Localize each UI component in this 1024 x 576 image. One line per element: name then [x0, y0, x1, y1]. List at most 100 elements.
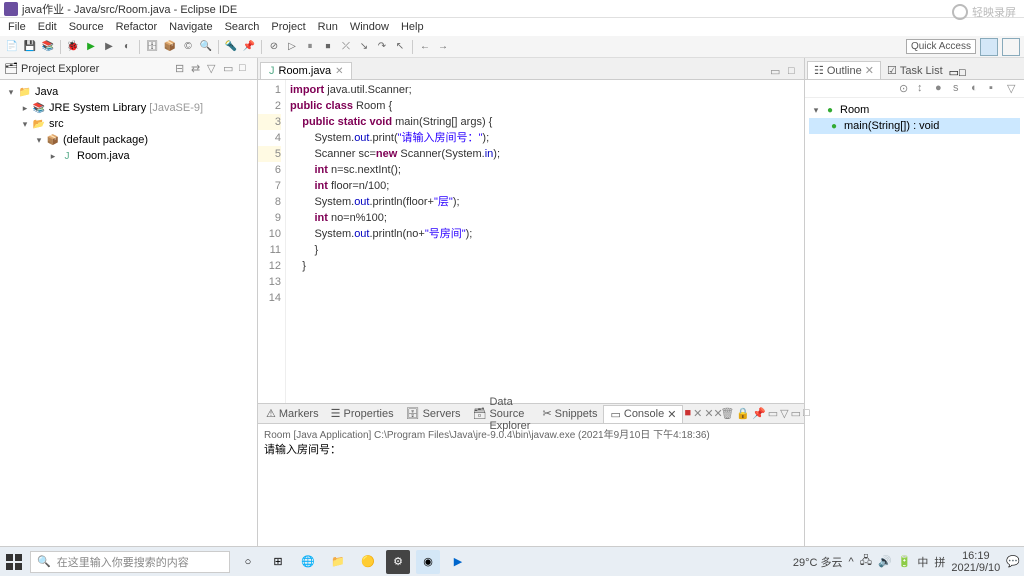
tree-jre[interactable]: ▸📚JRE System Library [JavaSE-9]	[4, 100, 253, 116]
tab-markers[interactable]: ⚠Markers	[260, 405, 325, 422]
close-icon[interactable]: ✕	[667, 408, 676, 421]
menu-navigate[interactable]: Navigate	[163, 19, 218, 35]
eclipse-taskbar-icon[interactable]: ◉	[416, 550, 440, 574]
battery-icon[interactable]: 🔋	[898, 555, 912, 568]
edge-icon[interactable]: 🌐	[296, 550, 320, 574]
open-console-icon[interactable]: ▽	[780, 407, 788, 421]
maximize-editor-icon[interactable]: □	[788, 65, 802, 79]
code-editor[interactable]: 1234567891011121314 import java.util.Sca…	[258, 80, 804, 403]
tree-package[interactable]: ▾📦(default package)	[4, 132, 253, 148]
taskbar-search[interactable]: 🔍 在这里输入你要搜索的内容	[30, 551, 230, 573]
hide-nonpublic-icon[interactable]: ◐	[971, 82, 985, 96]
minimize-editor-icon[interactable]: ▭	[770, 65, 784, 79]
new-icon[interactable]: 📄	[4, 39, 20, 55]
sort-icon[interactable]: ↕	[917, 82, 931, 96]
hide-fields-icon[interactable]: ●	[935, 82, 949, 96]
view-menu-icon[interactable]: ▽	[207, 62, 221, 76]
debug-icon[interactable]: 🐞	[65, 39, 81, 55]
weather-widget[interactable]: 29°C 多云	[793, 554, 843, 570]
terminate-console-icon[interactable]: ■	[684, 407, 691, 421]
display-console-icon[interactable]: ▭	[768, 407, 778, 421]
remove-launch-icon[interactable]: ✕	[693, 407, 702, 421]
start-button[interactable]	[4, 552, 24, 572]
step-over-icon[interactable]: ↷	[374, 39, 390, 55]
suspend-icon[interactable]: ⏸	[302, 39, 318, 55]
open-type-icon[interactable]: 🔍	[198, 39, 214, 55]
forward-icon[interactable]: →	[435, 39, 451, 55]
ime-icon[interactable]: 中	[917, 554, 928, 570]
notifications-icon[interactable]: 💬	[1006, 555, 1020, 568]
taskbar-clock[interactable]: 16:192021/9/10	[951, 550, 1000, 574]
tab-console[interactable]: ▭Console✕	[603, 405, 683, 423]
new-server-icon[interactable]: 🗄	[144, 39, 160, 55]
tab-properties[interactable]: ☰Properties	[325, 405, 400, 422]
network-icon[interactable]: 🖧	[860, 552, 872, 571]
new-class-icon[interactable]: ©	[180, 39, 196, 55]
outline-method-main[interactable]: ●main(String[]) : void	[809, 118, 1020, 134]
console-output[interactable]: Room [Java Application] C:\Program Files…	[258, 424, 804, 548]
tab-snippets[interactable]: ✂Snippets	[536, 405, 603, 422]
tab-servers[interactable]: 🗄Servers	[400, 405, 467, 422]
toggle-mark-icon[interactable]: 📌	[241, 39, 257, 55]
quick-access[interactable]: Quick Access	[906, 39, 976, 54]
back-icon[interactable]: ←	[417, 39, 433, 55]
tree-src[interactable]: ▾📂src	[4, 116, 253, 132]
minimize-console-icon[interactable]: ▭	[791, 407, 801, 421]
search-icon[interactable]: 🔦	[223, 39, 239, 55]
tab-room-java[interactable]: J Room.java ✕	[260, 62, 352, 79]
task-view-icon[interactable]: ⊞	[266, 550, 290, 574]
chrome-icon[interactable]: 🟡	[356, 550, 380, 574]
menu-source[interactable]: Source	[63, 19, 110, 35]
link-editor-icon[interactable]: ⇄	[191, 62, 205, 76]
minimize-icon[interactable]: ▭	[223, 62, 237, 76]
focus-icon[interactable]: ⊙	[899, 82, 913, 96]
menu-file[interactable]: File	[2, 19, 32, 35]
maximize-outline-icon[interactable]: □	[959, 67, 966, 79]
cortana-icon[interactable]: ○	[236, 550, 260, 574]
input-icon[interactable]: 拼	[934, 554, 945, 570]
outline-class[interactable]: ▾●Room	[809, 102, 1020, 118]
tree-project[interactable]: ▾📁Java	[4, 84, 253, 100]
step-into-icon[interactable]: ↘	[356, 39, 372, 55]
hide-static-icon[interactable]: s	[953, 82, 967, 96]
clear-console-icon[interactable]: 🗑	[720, 407, 734, 421]
perspective-java-icon[interactable]	[980, 38, 998, 56]
menu-help[interactable]: Help	[395, 19, 430, 35]
tray-chevron-icon[interactable]: ^	[849, 556, 854, 568]
skip-breakpoints-icon[interactable]: ⊘	[266, 39, 282, 55]
step-return-icon[interactable]: ↖	[392, 39, 408, 55]
disconnect-icon[interactable]: ⤫	[338, 39, 354, 55]
scroll-lock-icon[interactable]: 🔒	[736, 407, 750, 421]
collapse-all-icon[interactable]: ⊟	[175, 62, 189, 76]
pin-console-icon[interactable]: 📌	[752, 407, 766, 421]
terminate-icon[interactable]: ⏹	[320, 39, 336, 55]
maximize-icon[interactable]: □	[239, 62, 253, 76]
hide-local-icon[interactable]: ▪	[989, 82, 1003, 96]
media-icon[interactable]: ▶	[446, 550, 470, 574]
resume-icon[interactable]: ▷	[284, 39, 300, 55]
menu-refactor[interactable]: Refactor	[110, 19, 164, 35]
run-icon[interactable]: ▶	[83, 39, 99, 55]
coverage-icon[interactable]: ◐	[119, 39, 135, 55]
menu-window[interactable]: Window	[344, 19, 395, 35]
menu-search[interactable]: Search	[219, 19, 266, 35]
tab-tasklist[interactable]: ☑Task List	[881, 62, 949, 79]
view-menu-icon[interactable]: ▽	[1007, 82, 1021, 96]
remove-all-icon[interactable]: ✕✕	[704, 407, 718, 421]
save-all-icon[interactable]: 📚	[40, 39, 56, 55]
minimize-outline-icon[interactable]: ▭	[949, 66, 959, 79]
outline-tree[interactable]: ▾●Room ●main(String[]) : void	[805, 98, 1024, 138]
tree-file-room[interactable]: ▸JRoom.java	[4, 148, 253, 164]
menu-project[interactable]: Project	[265, 19, 311, 35]
perspective-switcher-icon[interactable]	[1002, 38, 1020, 56]
close-tab-icon[interactable]: ✕	[335, 66, 343, 77]
explorer-icon[interactable]: 📁	[326, 550, 350, 574]
volume-icon[interactable]: 🔊	[878, 555, 892, 568]
run-last-icon[interactable]: ▶	[101, 39, 117, 55]
tab-outline[interactable]: ☷Outline✕	[807, 61, 881, 79]
new-package-icon[interactable]: 📦	[162, 39, 178, 55]
project-tree[interactable]: ▾📁Java ▸📚JRE System Library [JavaSE-9] ▾…	[0, 80, 257, 548]
save-icon[interactable]: 💾	[22, 39, 38, 55]
menu-edit[interactable]: Edit	[32, 19, 63, 35]
menu-run[interactable]: Run	[312, 19, 344, 35]
